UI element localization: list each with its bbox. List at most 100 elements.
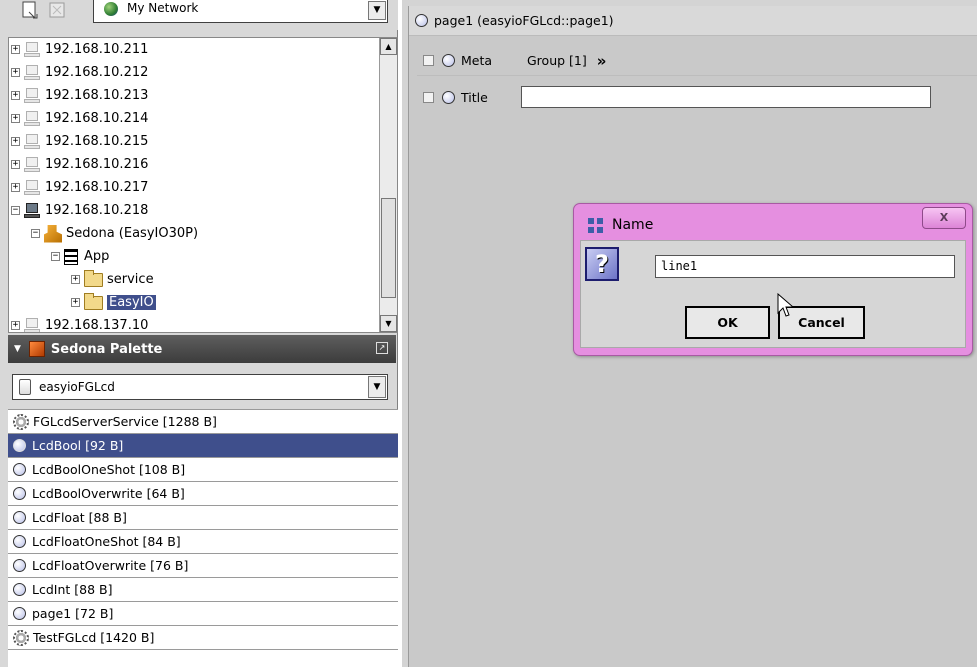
expand-icon[interactable]: + xyxy=(71,275,80,284)
dialog-body: ? line1 OK Cancel xyxy=(580,240,966,348)
meta-row: Meta Group [1] » xyxy=(417,46,977,76)
scroll-down-icon[interactable]: ▼ xyxy=(380,315,397,332)
tree-node-label: 192.168.10.216 xyxy=(45,157,149,172)
jar-icon xyxy=(19,379,31,395)
palette-item-label: LcdBoolOneShot [108 B] xyxy=(32,462,186,477)
meta-label: Meta xyxy=(461,53,493,68)
palette-item[interactable]: LcdBoolOneShot [108 B] xyxy=(8,458,398,482)
palette-item[interactable]: LcdFloatOverwrite [76 B] xyxy=(8,554,398,578)
computer-icon xyxy=(24,179,40,196)
tree-node-label: 192.168.10.218 xyxy=(45,203,149,218)
scroll-up-icon[interactable]: ▲ xyxy=(380,38,397,55)
tree-node[interactable]: − 192.168.10.218 xyxy=(11,199,148,222)
folder-icon xyxy=(84,269,103,287)
tree-node-label: 192.168.10.214 xyxy=(45,111,149,126)
kit-selector[interactable]: easyioFGLcd ▼ xyxy=(12,374,388,400)
palette-item[interactable]: LcdFloat [88 B] xyxy=(8,506,398,530)
title-checkbox[interactable] xyxy=(423,91,434,103)
tree-node[interactable]: +192.168.10.211 xyxy=(11,38,148,61)
computer-icon xyxy=(24,133,40,150)
nav-tree: +192.168.10.211 +192.168.10.212 +192.168.1… xyxy=(8,37,398,333)
maximize-icon[interactable]: ↗ xyxy=(376,342,388,354)
palette-title: Sedona Palette xyxy=(50,341,163,357)
collapse-icon[interactable]: − xyxy=(31,229,40,238)
tree-node[interactable]: + service xyxy=(71,268,154,291)
palette-item-label: FGLcdServerService [1288 B] xyxy=(33,414,217,429)
palette-item[interactable]: page1 [72 B] xyxy=(8,602,398,626)
expand-icon[interactable]: + xyxy=(11,45,20,54)
expand-icon[interactable]: + xyxy=(11,91,20,100)
ok-button[interactable]: OK xyxy=(685,306,770,339)
network-selector-value: My Network xyxy=(127,1,199,15)
kit-selector-value: easyioFGLcd xyxy=(39,380,115,394)
computer-icon xyxy=(24,202,40,219)
new-window-icon[interactable] xyxy=(20,0,42,22)
component-icon xyxy=(13,439,26,452)
palette-item-label: LcdFloatOneShot [84 B] xyxy=(32,534,181,549)
palette-item-label: LcdBoolOverwrite [64 B] xyxy=(32,486,185,501)
property-sheet-title: page1 (easyioFGLcd::page1) xyxy=(409,6,977,36)
tree-node[interactable]: +192.168.10.217 xyxy=(11,176,148,199)
tree-node-label: 192.168.10.213 xyxy=(45,88,149,103)
dialog-app-icon xyxy=(588,218,604,234)
name-input[interactable]: line1 xyxy=(655,255,955,278)
expand-icon[interactable]: + xyxy=(11,321,20,330)
expand-chevron-icon[interactable]: » xyxy=(597,52,607,70)
tree-node[interactable]: +192.168.137.10 xyxy=(11,314,149,333)
computer-icon xyxy=(24,64,40,81)
tree-node-label: service xyxy=(107,272,154,287)
component-icon xyxy=(13,535,26,548)
question-icon: ? xyxy=(585,247,619,281)
tree-node[interactable]: +192.168.10.212 xyxy=(11,61,148,84)
close-button[interactable]: X xyxy=(922,207,966,229)
tree-node[interactable]: +192.168.10.215 xyxy=(11,130,148,153)
expand-icon[interactable]: + xyxy=(11,183,20,192)
computer-icon xyxy=(24,317,40,332)
collapse-icon[interactable]: − xyxy=(11,206,20,215)
tree-node[interactable]: − Sedona (EasyIO30P) xyxy=(31,222,198,245)
palette-item[interactable]: LcdInt [88 B] xyxy=(8,578,398,602)
palette-item[interactable]: TestFGLcd [1420 B] xyxy=(8,626,398,650)
expand-icon[interactable]: + xyxy=(11,137,20,146)
computer-icon xyxy=(24,156,40,173)
collapse-icon[interactable]: − xyxy=(51,252,60,261)
palette-item[interactable]: LcdBool [92 B] xyxy=(8,434,398,458)
palette-item-label: LcdFloat [88 B] xyxy=(32,510,127,525)
close-pane-icon[interactable] xyxy=(47,0,69,22)
nav-toolbar: My Network ▼ xyxy=(0,0,398,30)
meta-checkbox[interactable] xyxy=(423,55,434,66)
palette-item[interactable]: FGLcdServerService [1288 B] xyxy=(8,410,398,434)
dropdown-arrow-icon[interactable]: ▼ xyxy=(368,1,386,20)
dropdown-arrow-icon[interactable]: ▼ xyxy=(368,376,386,398)
globe-icon xyxy=(104,2,118,16)
tree-node-label: 192.168.137.10 xyxy=(45,318,149,333)
tree-node-label: App xyxy=(84,249,110,264)
palette-item[interactable]: LcdFloatOneShot [84 B] xyxy=(8,530,398,554)
expand-icon[interactable]: + xyxy=(71,298,80,307)
palette-item[interactable]: LcdBoolOverwrite [64 B] xyxy=(8,482,398,506)
tree-node[interactable]: +192.168.10.216 xyxy=(11,153,148,176)
tree-node[interactable]: +192.168.10.214 xyxy=(11,107,148,130)
title-field[interactable] xyxy=(521,86,931,108)
component-icon xyxy=(13,607,26,620)
expand-icon[interactable]: + xyxy=(11,160,20,169)
tree-node[interactable]: + EasyIO xyxy=(71,291,156,314)
component-icon xyxy=(13,487,26,500)
slot-icon xyxy=(442,54,455,67)
scroll-thumb[interactable] xyxy=(381,198,396,298)
expand-icon[interactable]: + xyxy=(11,114,20,123)
network-selector[interactable]: My Network ▼ xyxy=(93,0,388,23)
component-icon xyxy=(13,511,26,524)
sedona-device-icon xyxy=(44,224,62,243)
dialog-title: Name xyxy=(612,217,654,233)
tree-node[interactable]: − App xyxy=(51,245,109,268)
computer-icon xyxy=(24,87,40,104)
tree-scrollbar[interactable]: ▲ ▼ xyxy=(379,38,397,332)
tree-node-label: 192.168.10.217 xyxy=(45,180,149,195)
component-icon xyxy=(13,463,26,476)
expand-icon[interactable]: + xyxy=(11,68,20,77)
tree-node[interactable]: +192.168.10.213 xyxy=(11,84,148,107)
left-pane: My Network ▼ +192.168.10.211 +192.168.10.… xyxy=(0,0,398,667)
collapse-triangle-icon[interactable]: ▼ xyxy=(14,344,21,354)
component-icon xyxy=(13,583,26,596)
